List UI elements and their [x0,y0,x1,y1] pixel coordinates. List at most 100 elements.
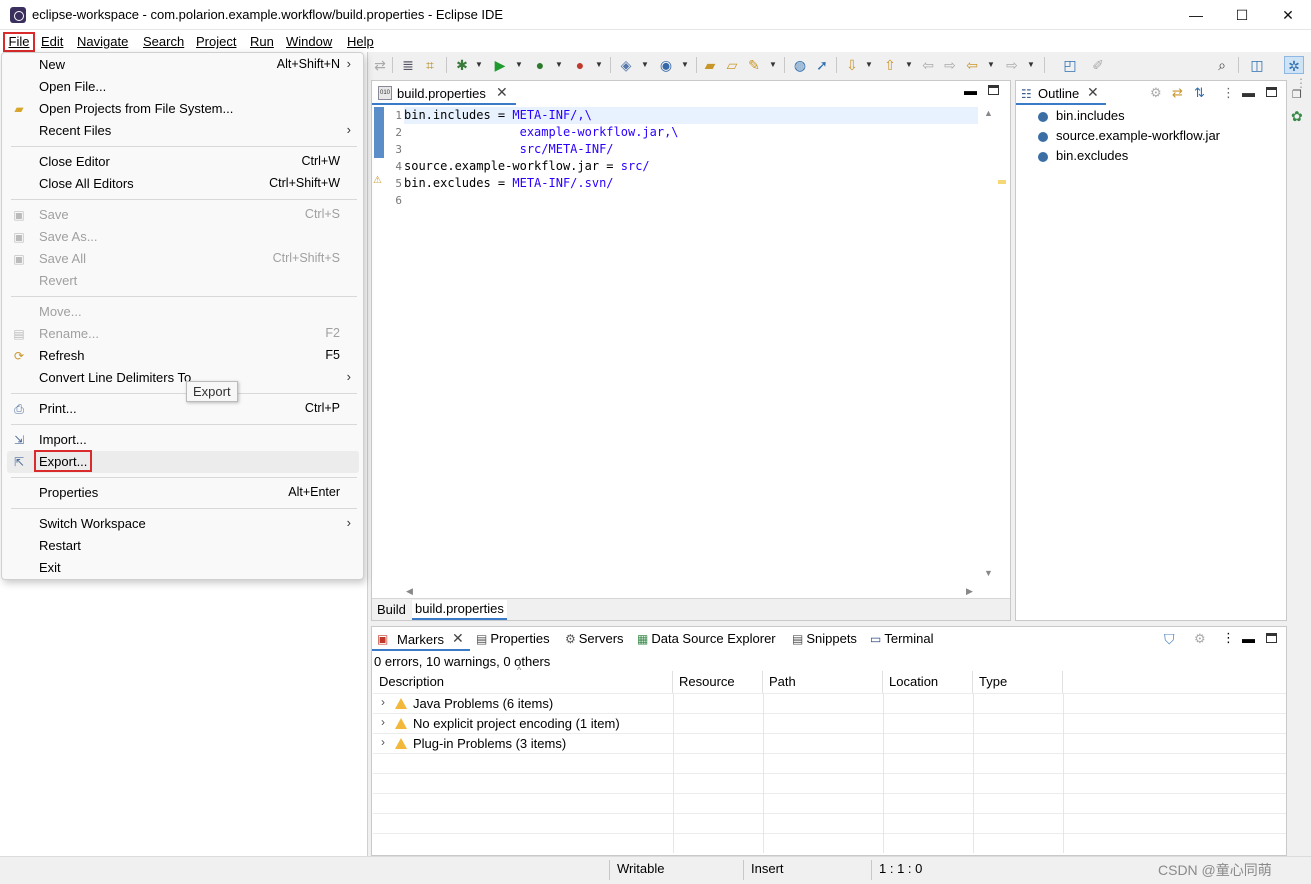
chevron-down-icon[interactable]: ▼ [554,56,564,74]
open-perspective-icon[interactable]: ◰ [1062,56,1078,74]
column-header-location[interactable]: Location [883,671,973,693]
menu-item-save-all[interactable]: ▣ Save All Ctrl+Shift+S [2,248,363,270]
editor-tab-build-properties[interactable]: 010 build.properties ✕ [372,81,516,105]
chevron-down-icon[interactable]: ▼ [768,56,778,74]
column-header-type[interactable]: Type [973,671,1063,693]
last-edit-icon[interactable]: ⇦ [920,56,936,74]
pin-icon[interactable]: ✐ [1090,56,1106,74]
tab-properties[interactable]: ▤ Properties [476,631,550,649]
view-menu-icon[interactable]: ⋮ [1222,85,1235,101]
minimize-view-icon[interactable]: ▬ [1242,631,1255,646]
menu-item-restart[interactable]: Restart [2,535,363,557]
menu-run[interactable]: Run [250,32,274,52]
debug-icon[interactable]: ✱ [454,56,470,74]
perspective-plugin-icon[interactable]: ✲ [1284,56,1304,74]
menu-item-convert-line-delimiters[interactable]: Convert Line Delimiters To › [2,367,363,389]
menu-item-open-file[interactable]: Open File... [2,76,363,98]
forward-edit-icon[interactable]: ⇨ [942,56,958,74]
restore-icon[interactable]: ❐ [1292,88,1302,101]
chevron-down-icon[interactable]: ▼ [514,56,524,74]
status-insert-mode[interactable]: Insert [751,861,784,876]
filter-icon[interactable]: ⚙ [1150,85,1162,101]
menu-item-properties[interactable]: Properties Alt+Enter [2,482,363,504]
maximize-view-icon[interactable] [1266,87,1277,97]
maximize-button[interactable]: ☐ [1219,0,1265,30]
tab-build[interactable]: Build [374,601,409,619]
run-icon[interactable]: ▶ [492,56,508,74]
collapse-icon[interactable]: ⚙ [1194,631,1206,647]
close-button[interactable]: ✕ [1265,0,1311,30]
menu-window[interactable]: Window [286,32,332,52]
tab-servers[interactable]: ⚙ Servers [565,631,624,649]
chevron-down-icon[interactable]: ▼ [864,56,874,74]
table-row[interactable]: › No explicit project encoding (1 item) [373,713,1286,733]
menu-item-move[interactable]: Move... [2,301,363,323]
scroll-up-icon[interactable]: ▲ [984,108,993,118]
scroll-down-icon[interactable]: ▼ [984,568,993,578]
menu-file[interactable]: File [3,32,35,52]
chevron-down-icon[interactable]: ▼ [640,56,650,74]
tab-outline[interactable]: ☷ Outline ✕ [1016,81,1106,105]
column-header-resource[interactable]: Resource [673,671,763,693]
column-header-description[interactable]: Description [373,671,673,693]
tab-terminal[interactable]: ▭ Terminal [870,631,933,649]
search-icon[interactable]: ⌕ [1214,56,1230,74]
close-icon[interactable]: ✕ [452,630,464,647]
menu-item-print[interactable]: ⎙ Print... Ctrl+P [2,398,363,420]
menu-item-new[interactable]: New Alt+Shift+N › [2,54,363,76]
block-select-icon[interactable]: ⌗ [422,56,438,74]
chevron-right-icon[interactable]: › [381,735,385,749]
back-icon[interactable]: ⇦ [964,56,980,74]
table-row[interactable]: › Plug-in Problems (3 items) [373,733,1286,753]
tab-data-source-explorer[interactable]: ▦ Data Source Explorer [637,631,776,649]
menu-item-recent-files[interactable]: Recent Files › [2,120,363,142]
chevron-down-icon[interactable]: ▼ [1026,56,1036,74]
perspective-java-icon[interactable]: ◫ [1248,56,1266,74]
link-with-editor-icon[interactable]: ⇄ [1172,85,1183,101]
launch-icon[interactable]: ➚ [814,56,830,74]
new-java-project-icon[interactable]: ◈ [618,56,634,74]
chevron-down-icon[interactable]: ▼ [904,56,914,74]
tab-build-properties[interactable]: build.properties [412,600,507,620]
column-header-path[interactable]: Path [763,671,883,693]
table-row[interactable]: › Java Problems (6 items) [373,693,1286,713]
tab-markers[interactable]: ▣ Markers ✕ [372,627,470,651]
menu-item-import[interactable]: ⇲ Import... [2,429,363,451]
maximize-view-icon[interactable] [988,85,999,95]
warning-icon[interactable]: ⚠ [373,175,382,186]
minimize-button[interactable]: — [1173,0,1219,30]
close-icon[interactable]: ✕ [496,84,508,101]
chevron-right-icon[interactable]: › [381,695,385,709]
menu-item-close-editor[interactable]: Close Editor Ctrl+W [2,151,363,173]
menu-help[interactable]: Help [347,32,374,52]
overview-warning-marker[interactable] [998,180,1006,184]
menu-item-revert[interactable]: Revert [2,270,363,292]
close-icon[interactable]: ✕ [1087,84,1099,101]
minimize-view-icon[interactable]: ▬ [964,83,977,98]
menu-item-refresh[interactable]: ⟳ Refresh F5 [2,345,363,367]
scroll-right-icon[interactable]: ▶ [966,586,973,597]
maximize-view-icon[interactable] [1266,633,1277,643]
toggle-mark-icon[interactable]: ⇄ [372,56,388,74]
chevron-down-icon[interactable]: ▼ [680,56,690,74]
globe-icon[interactable]: ◍ [792,56,808,74]
forward-icon[interactable]: ⇨ [1004,56,1020,74]
view-menu-icon[interactable]: ⋮ [1222,630,1235,646]
chevron-right-icon[interactable]: › [381,715,385,729]
menu-item-open-projects[interactable]: ▰ Open Projects from File System... [2,98,363,120]
menu-project[interactable]: Project [196,32,236,52]
tab-snippets[interactable]: ▤ Snippets [792,631,857,649]
code-editor[interactable]: ⚠ 1 2 3 4 5 6 bin.includes = META-INF/,\… [372,106,1010,596]
format-icon[interactable]: ≣ [400,56,416,74]
chevron-down-icon[interactable]: ▼ [986,56,996,74]
menu-item-save[interactable]: ▣ Save Ctrl+S [2,204,363,226]
menu-navigate[interactable]: Navigate [77,32,128,52]
menu-item-exit[interactable]: Exit [2,557,363,579]
palette-icon[interactable]: ✿ [1291,108,1303,125]
scroll-left-icon[interactable]: ◀ [406,586,413,597]
open-type-icon[interactable]: ▰ [702,56,718,74]
coverage-icon[interactable]: ● [532,56,548,74]
menu-item-save-as[interactable]: ▣ Save As... [2,226,363,248]
new-class-icon[interactable]: ◉ [658,56,674,74]
menu-item-rename[interactable]: ▤ Rename... F2 [2,323,363,345]
